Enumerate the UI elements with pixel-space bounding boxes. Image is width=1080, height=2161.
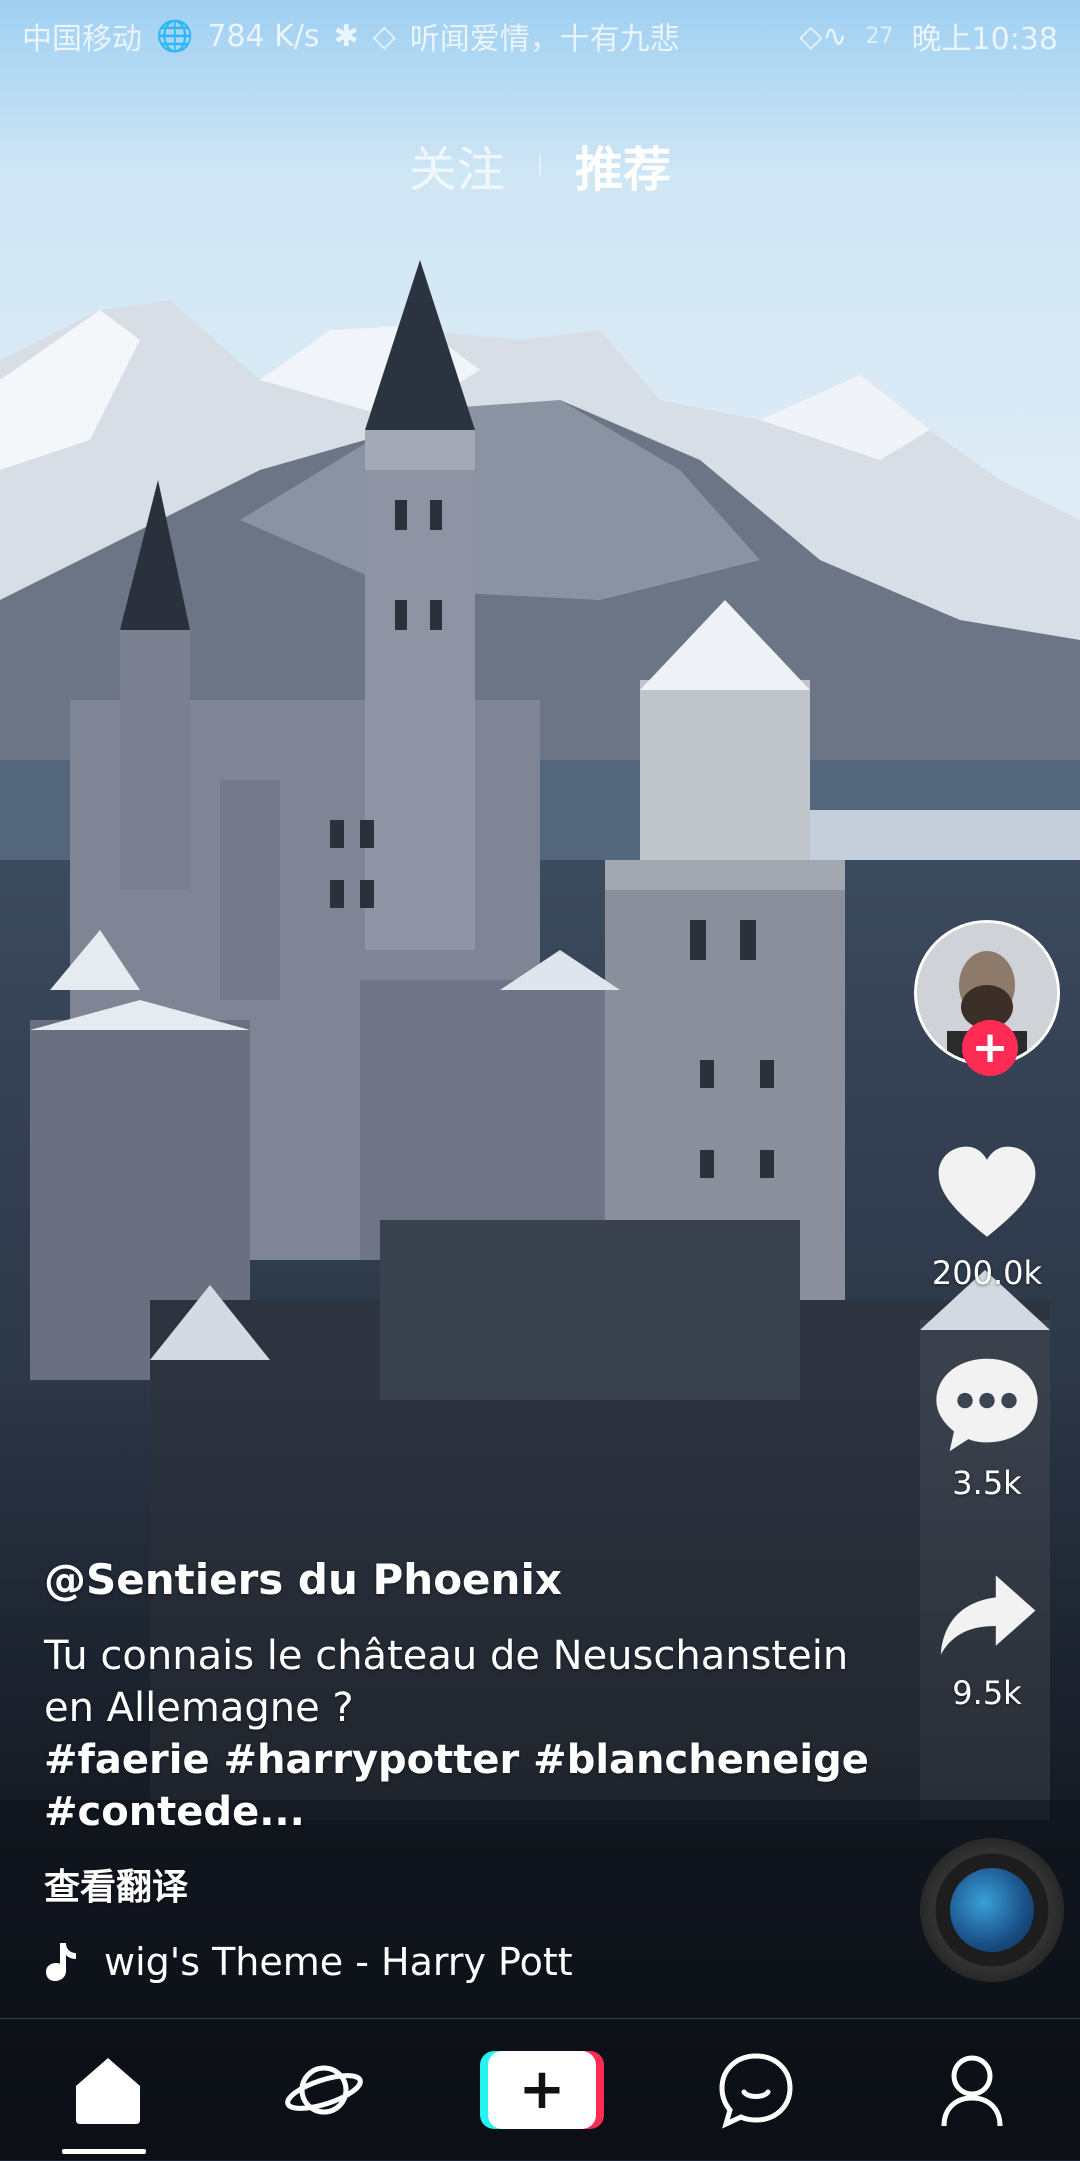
nav-create[interactable]: +	[480, 2040, 604, 2140]
home-icon	[76, 2058, 140, 2124]
inbox-icon	[719, 2053, 793, 2129]
discover-icon	[285, 2065, 363, 2115]
share-icon	[940, 1575, 1036, 1655]
music-disc[interactable]	[920, 1838, 1064, 1982]
battery-level: 27	[865, 23, 894, 49]
profile-icon	[941, 2055, 1003, 2127]
video-hashtags[interactable]: #faerie #harrypotter #blancheneige #cont…	[44, 1734, 894, 1838]
comment-button[interactable]: 3.5k	[912, 1350, 1062, 1502]
music-note-icon	[46, 1943, 76, 1981]
music-title: wig's Theme - Harry Pott	[104, 1940, 573, 1984]
tab-for-you[interactable]: 推荐	[575, 130, 671, 200]
clock: 晚上10:38	[911, 22, 1058, 57]
nav-inbox[interactable]	[696, 2040, 816, 2140]
status-bar: 中国移动 🌐 784 K/s ✱ ◇ 听闻爱情，十有九悲 ◇∿ 27 晚上10:…	[0, 0, 1080, 72]
album-art	[950, 1868, 1034, 1952]
follow-plus-button[interactable]: +	[962, 1020, 1018, 1076]
network-speed: 784 K/s	[207, 18, 320, 54]
share-count: 9.5k	[952, 1674, 1022, 1712]
now-playing-song: 听闻爱情，十有九悲	[409, 22, 680, 57]
video-description: Tu connais le château de Neuschanstein e…	[44, 1633, 849, 1731]
video-caption: @Sentiers du Phoenix Tu connais le châte…	[44, 1555, 894, 1910]
like-count: 200.0k	[931, 1254, 1043, 1292]
tab-divider	[539, 154, 541, 176]
signal-icon: ◇∿	[799, 18, 848, 54]
globe-icon: 🌐	[156, 18, 194, 54]
bottom-nav: +	[0, 2018, 1080, 2161]
nfc-icon: ◇	[372, 18, 396, 54]
heart-icon	[938, 1146, 1036, 1237]
bluetooth-icon: ✱	[333, 18, 359, 54]
carrier-label: 中国移动	[22, 22, 142, 57]
share-button[interactable]: 9.5k	[912, 1560, 1062, 1712]
tab-following[interactable]: 关注	[409, 130, 505, 200]
nav-profile[interactable]	[912, 2040, 1032, 2140]
creator-username[interactable]: @Sentiers du Phoenix	[44, 1555, 894, 1604]
comment-count: 3.5k	[952, 1464, 1022, 1502]
translate-link[interactable]: 查看翻译	[44, 1858, 894, 1910]
feed-tabs: 关注 推荐	[0, 130, 1080, 200]
nav-home[interactable]	[48, 2040, 168, 2154]
nav-discover[interactable]	[264, 2040, 384, 2140]
like-button[interactable]: 200.0k	[912, 1140, 1062, 1292]
create-icon: +	[480, 2051, 604, 2129]
music-ticker[interactable]: wig's Theme - Harry Pott	[44, 1940, 573, 1984]
creator-avatar-wrap[interactable]: +	[914, 920, 1060, 1076]
comment-icon	[936, 1358, 1038, 1452]
